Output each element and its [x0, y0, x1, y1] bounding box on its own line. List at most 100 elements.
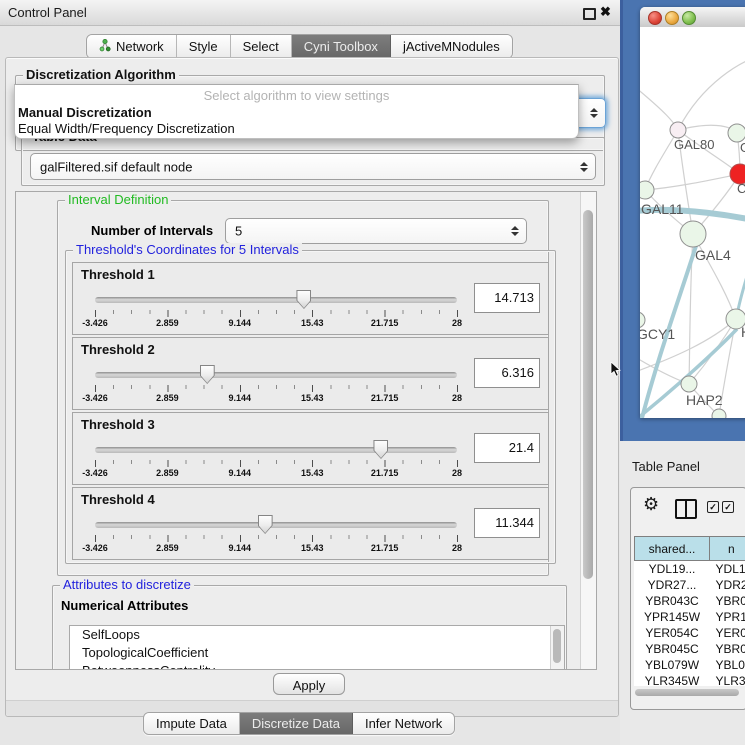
table-cell[interactable]: YER0 — [710, 625, 745, 641]
network-node[interactable] — [712, 409, 726, 418]
slider-handle-icon[interactable] — [373, 440, 388, 459]
network-node[interactable] — [670, 122, 686, 138]
tick-label: 9.144 — [229, 543, 252, 553]
network-edge[interactable] — [738, 187, 745, 310]
network-view-window[interactable]: GAL80GACGAL11GAL4GCY1HHAP2 — [640, 7, 745, 418]
threshold-label: Threshold 3 — [81, 417, 155, 432]
tab-cyni-toolbox-label: Cyni Toolbox — [304, 39, 378, 54]
minimize-traffic-light-icon[interactable] — [665, 11, 679, 25]
table-cell[interactable]: YLR3 — [710, 673, 745, 686]
table-cell[interactable]: YDL19... — [635, 561, 710, 578]
slider-track[interactable] — [95, 372, 457, 378]
threshold-slider[interactable] — [95, 364, 457, 384]
table-row[interactable]: YPR145WYPR1 — [635, 609, 745, 625]
table-cell[interactable]: YDL1 — [710, 561, 745, 578]
table-cell[interactable]: YBL0 — [710, 657, 745, 673]
slider-track[interactable] — [95, 522, 457, 528]
column-header-shared[interactable]: shared... — [635, 537, 710, 561]
network-desktop-background: GAL80GACGAL11GAL4GCY1HHAP2 — [620, 0, 745, 441]
table-cell[interactable]: YPR145W — [635, 609, 710, 625]
table-row[interactable]: YDL19...YDL1 — [635, 561, 745, 578]
dropdown-option-equal-width[interactable]: Equal Width/Frequency Discretization — [15, 121, 578, 137]
network-window-titlebar[interactable] — [640, 7, 745, 28]
threshold-value-field[interactable]: 11.344 — [474, 508, 540, 538]
tab-discretize-data[interactable]: Discretize Data — [240, 713, 353, 734]
tick-label: 28 — [452, 393, 462, 403]
attribute-list-item[interactable]: BetweennessCentrality — [70, 662, 564, 670]
tab-select[interactable]: Select — [231, 35, 292, 58]
table-data-group: Table Data galFiltered.sif default node — [21, 137, 605, 186]
table-row[interactable]: YBR045CYBR0 — [635, 641, 745, 657]
tick-label: -3.426 — [82, 318, 108, 328]
table-cell[interactable]: YBR043C — [635, 593, 710, 609]
checkbox-checked-icon[interactable]: ✓ — [707, 501, 719, 513]
threshold-slider[interactable] — [95, 289, 457, 309]
checkbox-checked-icon[interactable]: ✓ — [722, 501, 734, 513]
slider-ticks — [95, 460, 458, 467]
numerical-attributes-list[interactable]: SelfLoopsTopologicalCoefficientBetweenne… — [69, 625, 565, 670]
table-cell[interactable]: YBR0 — [710, 641, 745, 657]
number-of-intervals-combobox[interactable]: 5 — [225, 218, 527, 244]
table-data-combobox[interactable]: galFiltered.sif default node — [30, 153, 596, 180]
panel-scrollbar[interactable] — [580, 192, 596, 669]
table-cell[interactable]: YBL079W — [635, 657, 710, 673]
tab-jactivemnodules[interactable]: jActiveMNodules — [391, 35, 512, 58]
gear-icon[interactable]: ⚙ — [643, 494, 659, 515]
table-row[interactable]: YDR27...YDR2 — [635, 577, 745, 593]
table-horizontal-scrollbar[interactable] — [635, 689, 739, 696]
slider-handle-icon[interactable] — [258, 515, 273, 534]
split-columns-icon[interactable] — [675, 499, 697, 519]
network-node[interactable] — [640, 181, 654, 199]
close-traffic-light-icon[interactable] — [648, 11, 662, 25]
table-cell[interactable]: YPR1 — [710, 609, 745, 625]
tab-style[interactable]: Style — [177, 35, 231, 58]
combo-arrows-icon — [511, 226, 519, 236]
threshold-value-field[interactable]: 21.4 — [474, 433, 540, 463]
close-icon[interactable]: ✖ — [600, 4, 611, 20]
network-node[interactable] — [681, 376, 697, 392]
threshold-value-field[interactable]: 6.316 — [474, 358, 540, 388]
network-canvas[interactable]: GAL80GACGAL11GAL4GCY1HHAP2 — [640, 27, 745, 418]
panel-scrollbar-thumb[interactable] — [583, 210, 593, 579]
table-cell[interactable]: YBR0 — [710, 593, 745, 609]
float-window-icon[interactable] — [583, 8, 596, 20]
apply-button[interactable]: Apply — [273, 673, 345, 695]
table-cell[interactable]: YER054C — [635, 625, 710, 641]
table-row[interactable]: YBR043CYBR0 — [635, 593, 745, 609]
slider-handle-icon[interactable] — [296, 290, 311, 309]
mouse-cursor-icon — [610, 362, 621, 382]
table-cell[interactable]: YDR27... — [635, 577, 710, 593]
threshold-value-field[interactable]: 14.713 — [474, 283, 540, 313]
network-edge[interactable] — [645, 174, 740, 190]
table-row[interactable]: YLR345WYLR3 — [635, 673, 745, 686]
attr-items: SelfLoopsTopologicalCoefficientBetweenne… — [70, 626, 564, 670]
tick-label: 2.859 — [156, 468, 179, 478]
threshold-slider[interactable] — [95, 514, 457, 534]
tab-network[interactable]: Network — [87, 35, 177, 58]
dropdown-option-manual[interactable]: Manual Discretization — [15, 105, 578, 121]
column-header-name[interactable]: n — [710, 537, 745, 561]
table-cell[interactable]: YLR345W — [635, 673, 710, 686]
zoom-traffic-light-icon[interactable] — [682, 11, 696, 25]
tick-label: 21.715 — [371, 468, 399, 478]
slider-handle-icon[interactable] — [200, 365, 215, 384]
attribute-list-item[interactable]: TopologicalCoefficient — [70, 644, 564, 662]
dropdown-placeholder-item[interactable]: Select algorithm to view settings — [15, 85, 578, 105]
table-cell[interactable]: YDR2 — [710, 577, 745, 593]
table-row[interactable]: YER054CYER0 — [635, 625, 745, 641]
network-edge[interactable] — [640, 87, 678, 130]
table-cell[interactable]: YBR045C — [635, 641, 710, 657]
slider-track[interactable] — [95, 447, 457, 453]
tick-label: 21.715 — [371, 318, 399, 328]
slider-track[interactable] — [95, 297, 457, 303]
network-node[interactable] — [680, 221, 706, 247]
tab-cyni-toolbox[interactable]: Cyni Toolbox — [292, 35, 391, 58]
tab-impute-data[interactable]: Impute Data — [144, 713, 240, 734]
table-row[interactable]: YBL079WYBL0 — [635, 657, 745, 673]
list-scrollbar-thumb[interactable] — [553, 629, 561, 663]
network-edge[interactable] — [678, 52, 745, 130]
attribute-list-item[interactable]: SelfLoops — [70, 626, 564, 644]
tab-infer-network[interactable]: Infer Network — [353, 713, 454, 734]
threshold-slider[interactable] — [95, 439, 457, 459]
list-scrollbar[interactable] — [550, 626, 564, 670]
